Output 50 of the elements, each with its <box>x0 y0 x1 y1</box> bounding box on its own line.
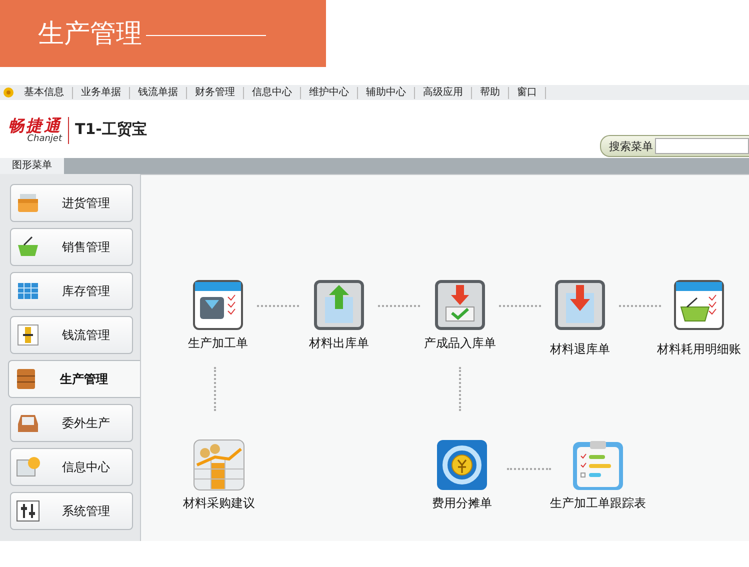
search-label: 搜索菜单 <box>609 138 653 154</box>
node-label[interactable]: 材料出库单 <box>309 335 369 352</box>
menu-item[interactable]: 钱流单据 <box>130 86 187 98</box>
connector-line <box>619 305 661 307</box>
menu-item[interactable]: 高级应用 <box>415 86 472 98</box>
sidebar-item[interactable]: 销售管理 <box>10 228 133 266</box>
node-label[interactable]: 生产加工单跟踪表 <box>550 495 646 512</box>
node-label[interactable]: 材料耗用明细账 <box>657 341 741 358</box>
tab[interactable]: 图形菜单 <box>0 158 64 174</box>
node-label[interactable]: 材料采购建议 <box>183 495 255 512</box>
connector-line <box>459 367 461 411</box>
search-field[interactable] <box>655 138 749 154</box>
menu-item[interactable]: 辅助中心 <box>358 86 415 98</box>
basket-icon <box>15 235 41 259</box>
menu-item[interactable]: 维护中心 <box>301 86 358 98</box>
menu-item[interactable]: 财务管理 <box>187 86 244 98</box>
menu-item[interactable]: 信息中心 <box>244 86 301 98</box>
coin-cycle-icon <box>436 439 488 491</box>
sidebar-item[interactable]: 库存管理 <box>10 272 133 310</box>
app-icon <box>3 87 14 98</box>
document-machine-icon <box>192 279 244 331</box>
node-label[interactable]: 材料退库单 <box>550 341 610 358</box>
connector-line <box>257 305 299 307</box>
menu-item[interactable]: 窗口 <box>509 86 546 98</box>
banner-title: 生产管理 <box>38 18 142 51</box>
spreadsheet-chart-icon <box>193 439 245 491</box>
brand-name: 畅捷通 <box>8 117 62 134</box>
sidebar-item[interactable]: 钱流管理 <box>10 316 133 354</box>
menu-item[interactable]: 业务单据 <box>73 86 130 98</box>
product-name: T1-工贸宝 <box>75 120 147 139</box>
connector-line <box>499 305 541 307</box>
node-label[interactable]: 生产加工单 <box>188 335 248 352</box>
sidebar-item[interactable]: 系统管理 <box>10 492 133 530</box>
brand-latin-name: Chanjet <box>27 134 62 144</box>
menu-item[interactable]: 基本信息 <box>16 86 73 98</box>
node-label[interactable]: 费用分摊单 <box>432 495 492 512</box>
sliders-icon <box>15 499 41 523</box>
node-label[interactable]: 产成品入库单 <box>424 335 496 352</box>
connector-line <box>214 367 216 411</box>
checklist-icon <box>572 439 624 491</box>
sidebar-item[interactable]: 委外生产 <box>10 404 133 442</box>
menu-item[interactable]: 帮助 <box>472 86 509 98</box>
sidebar-item[interactable]: 生产管理 <box>8 360 140 398</box>
connector-line <box>378 305 420 307</box>
shopping-box-icon <box>15 191 41 215</box>
connector-line <box>507 468 551 470</box>
sidebar-item[interactable]: 进货管理 <box>10 184 133 222</box>
sidebar-item[interactable]: 信息中心 <box>10 448 133 486</box>
document-basket-icon <box>673 279 725 331</box>
box-check-icon <box>434 279 486 331</box>
